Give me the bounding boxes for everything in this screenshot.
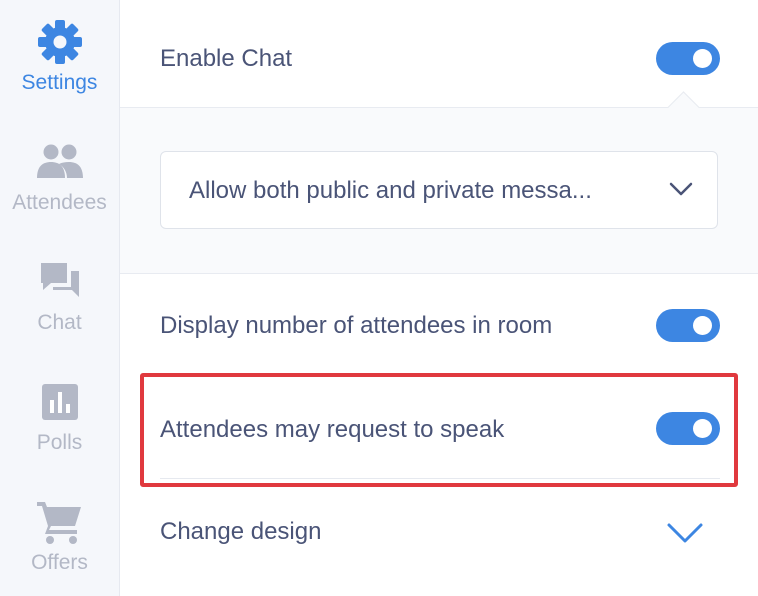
sidebar-item-label: Settings (21, 71, 98, 94)
enable-chat-label: Enable Chat (160, 45, 293, 72)
caret-notch (667, 91, 700, 124)
sidebar-item-chat[interactable]: Chat (0, 256, 119, 336)
settings-panel: Enable Chat Allow both public and privat… (120, 0, 758, 596)
chevron-down-icon[interactable] (666, 522, 704, 549)
chevron-down-icon (669, 181, 693, 202)
sidebar-item-label: Polls (36, 431, 83, 454)
people-icon (30, 136, 90, 188)
chat-icon (30, 256, 90, 308)
chat-mode-select[interactable]: Allow both public and private messa... (160, 151, 718, 229)
sidebar-item-offers[interactable]: Offers (0, 496, 119, 576)
highlight-box (140, 373, 738, 487)
settings-app: Settings Attendees Chat Polls Offers Ena… (0, 0, 758, 596)
chat-mode-value: Allow both public and private messa... (189, 177, 592, 204)
gear-icon (30, 16, 90, 68)
sidebar-item-settings[interactable]: Settings (0, 16, 119, 96)
toggle-knob (693, 316, 712, 335)
sidebar-item-attendees[interactable]: Attendees (0, 136, 119, 216)
display-attendees-label: Display number of attendees in room (160, 312, 553, 339)
sidebar-item-label: Chat (37, 311, 82, 334)
sidebar-item-label: Offers (31, 551, 88, 574)
chat-options-section: Allow both public and private messa... (120, 91, 758, 274)
display-attendees-toggle[interactable] (656, 309, 720, 342)
sidebar-item-label: Attendees (12, 191, 107, 214)
sidebar: Settings Attendees Chat Polls Offers (0, 0, 120, 596)
poll-icon (30, 376, 90, 428)
toggle-knob (693, 49, 712, 68)
cart-icon (30, 496, 90, 548)
enable-chat-toggle[interactable] (656, 42, 720, 75)
sidebar-item-polls[interactable]: Polls (0, 376, 119, 456)
change-design-label[interactable]: Change design (160, 517, 321, 547)
